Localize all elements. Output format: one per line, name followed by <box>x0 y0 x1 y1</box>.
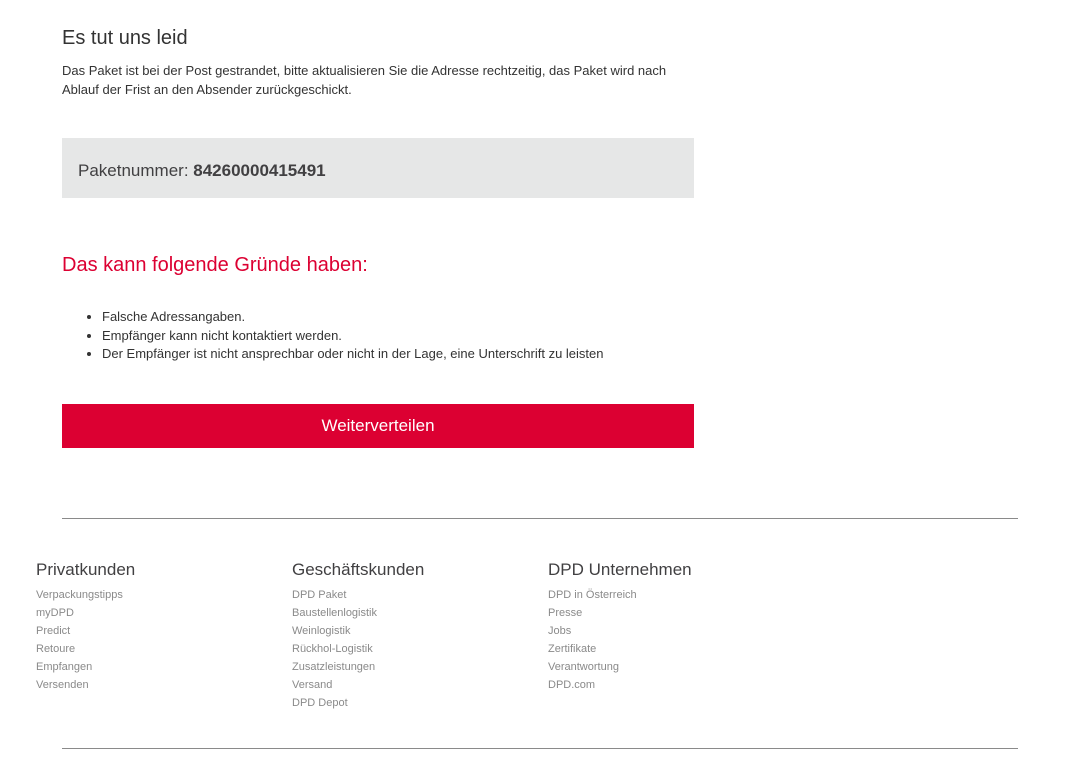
footer-link[interactable]: Retoure <box>36 643 75 655</box>
footer-divider-top <box>62 518 1018 519</box>
page-title: Es tut uns leid <box>62 27 188 49</box>
footer-link[interactable]: Weinlogistik <box>292 625 351 637</box>
footer-link[interactable]: DPD in Österreich <box>548 589 637 601</box>
footer-column-dpd-unternehmen: DPD Unternehmen DPD in Österreich Presse… <box>548 559 788 695</box>
footer-link[interactable]: DPD Paket <box>292 589 346 601</box>
footer-link[interactable]: Verantwortung <box>548 661 619 673</box>
footer-link[interactable]: Presse <box>548 607 582 619</box>
reasons-heading: Das kann folgende Gründe haben: <box>62 254 368 276</box>
parcel-number: 84260000415491 <box>193 161 326 180</box>
footer-link[interactable]: Baustellenlogistik <box>292 607 377 619</box>
footer-heading: Geschäftskunden <box>292 560 425 579</box>
reason-item: Empfänger kann nicht kontaktiert werden. <box>102 327 603 346</box>
footer-link[interactable]: Zertifikate <box>548 643 596 655</box>
reason-item: Der Empfänger ist nicht ansprechbar oder… <box>102 345 603 364</box>
reason-item: Falsche Adressangaben. <box>102 308 603 327</box>
footer-heading: Privatkunden <box>36 560 136 579</box>
footer-link[interactable]: DPD.com <box>548 679 595 691</box>
footer-link-list: DPD in Österreich Presse Jobs Zertifikat… <box>548 587 788 695</box>
footer-link[interactable]: myDPD <box>36 607 74 619</box>
footer-heading: DPD Unternehmen <box>548 560 692 579</box>
footer-divider-bottom <box>62 748 1018 749</box>
footer-link[interactable]: Versand <box>292 679 332 691</box>
footer-link[interactable]: Empfangen <box>36 661 92 673</box>
footer-link[interactable]: Verpackungstipps <box>36 589 123 601</box>
page: Es tut uns leid Das Paket ist bei der Po… <box>0 0 1080 768</box>
footer-link[interactable]: Predict <box>36 625 70 637</box>
footer-link[interactable]: Zusatzleistungen <box>292 661 375 673</box>
footer-link[interactable]: Rückhol-Logistik <box>292 643 373 655</box>
footer-link[interactable]: DPD Depot <box>292 697 348 709</box>
footer-link[interactable]: Versenden <box>36 679 89 691</box>
footer-link-list: Verpackungstipps myDPD Predict Retoure E… <box>36 587 276 695</box>
parcel-number-line: Paketnummer: 84260000415491 <box>78 161 326 181</box>
parcel-number-label: Paketnummer: <box>78 161 194 180</box>
footer-column-privatkunden: Privatkunden Verpackungstipps myDPD Pred… <box>36 559 276 695</box>
footer-column-geschaeftskunden: Geschäftskunden DPD Paket Baustellenlogi… <box>292 559 532 713</box>
redistribute-button[interactable]: Weiterverteilen <box>62 404 694 448</box>
reasons-list: Falsche Adressangaben. Empfänger kann ni… <box>62 308 603 364</box>
footer-link[interactable]: Jobs <box>548 625 571 637</box>
footer-link-list: DPD Paket Baustellenlogistik Weinlogisti… <box>292 587 532 713</box>
intro-text: Das Paket ist bei der Post gestrandet, b… <box>62 63 667 97</box>
